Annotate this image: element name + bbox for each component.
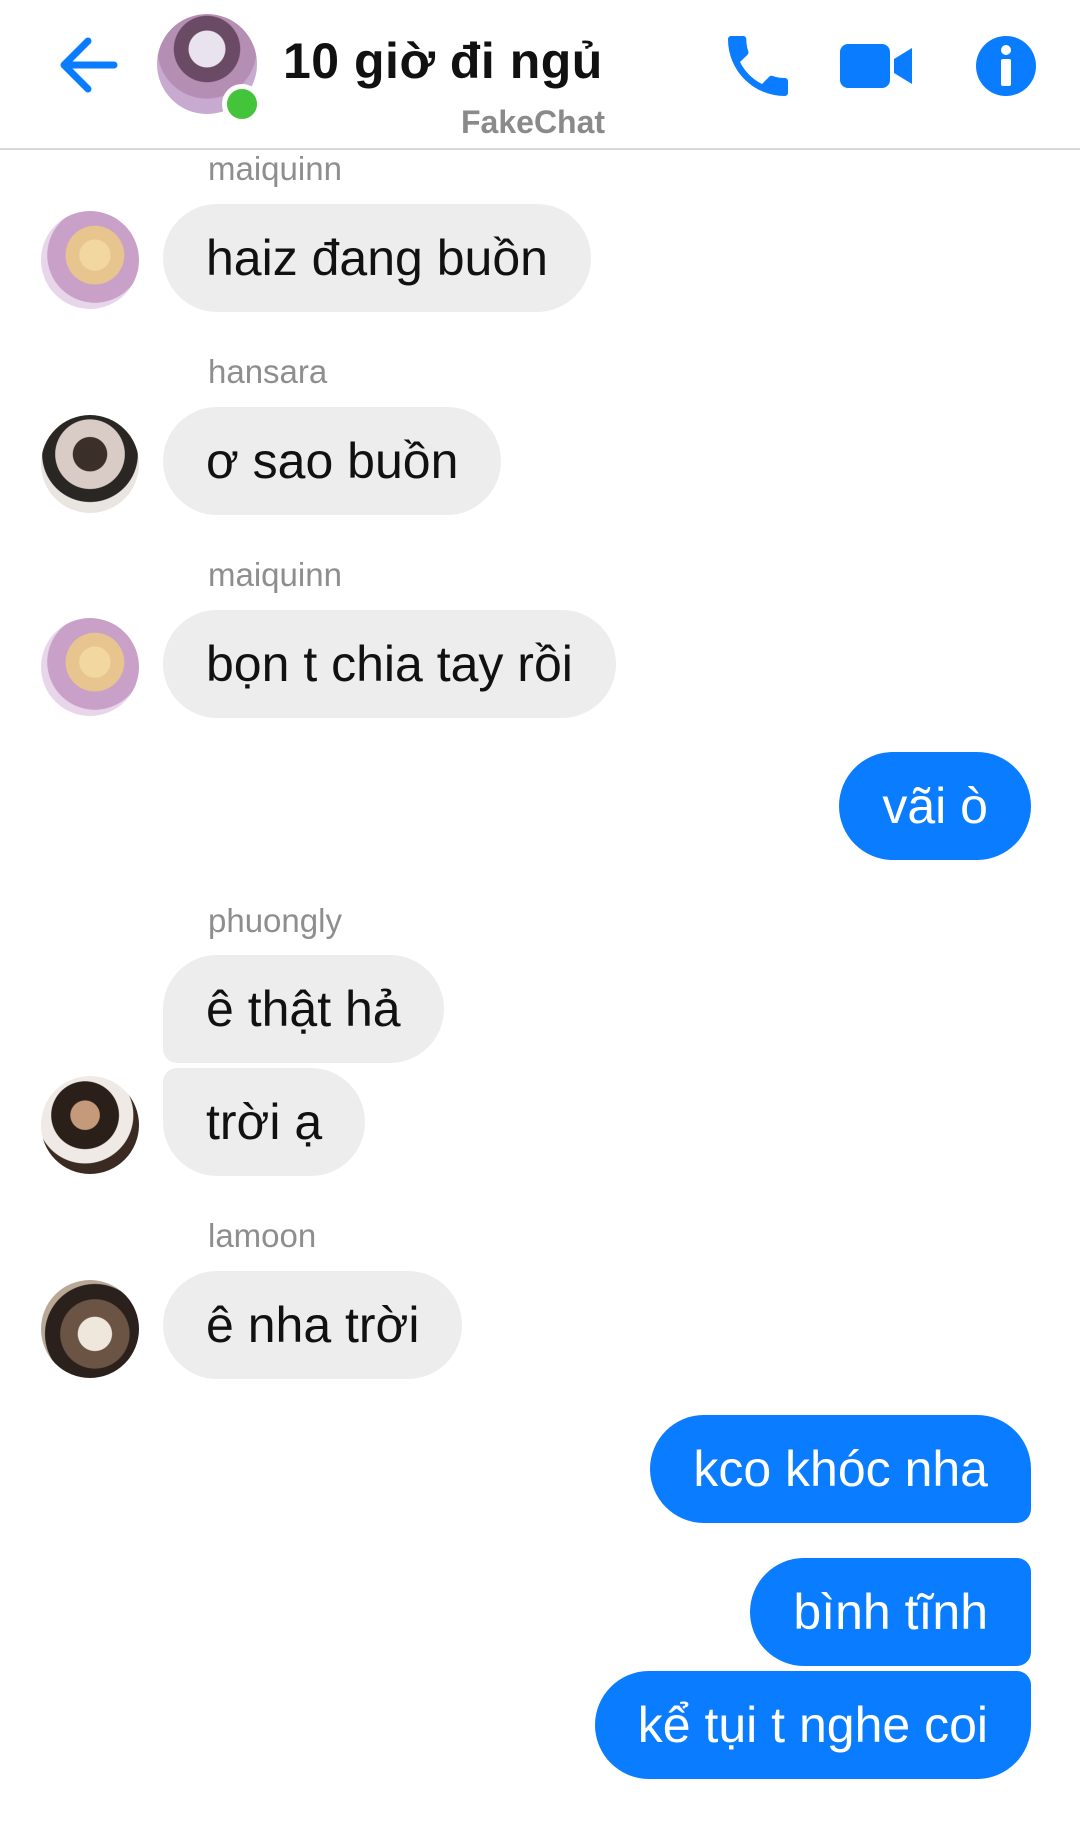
avatar-hansara[interactable] [41,415,139,513]
message-bubble[interactable]: ê thật hả [163,955,444,1063]
conversation-subtitle: FakeChat [461,104,606,140]
conversation-title[interactable]: 10 giờ đi ngủ [283,32,603,90]
avatar-phuongly[interactable] [41,1076,139,1174]
outgoing-message-bubble[interactable]: kể tụi t nghe coi [594,1671,1031,1779]
voice-call-button[interactable] [718,26,798,106]
message-bubble[interactable]: ê nha trời [163,1271,463,1379]
sender-name: hansara [208,353,328,390]
online-status-dot [222,84,262,124]
info-button[interactable] [966,26,1046,106]
outgoing-message-bubble[interactable]: vãi ò [839,752,1031,860]
message-bubble[interactable]: trời ạ [163,1068,366,1176]
sender-name: maiquinn [208,556,342,593]
video-camera-icon [840,44,912,88]
arrow-left-icon [60,37,118,93]
message-bubble[interactable]: bọn t chia tay rồi [163,610,616,718]
message-bubble[interactable]: ơ sao buồn [163,407,502,515]
outgoing-message-bubble[interactable]: bình tĩnh [750,1558,1031,1666]
sender-name: lamoon [208,1217,317,1254]
avatar-maiquinn[interactable] [41,618,139,716]
chat-header: 10 giờ đi ngủ FakeChat [0,0,1080,150]
phone-icon [728,36,788,96]
avatar-lamoon[interactable] [41,1280,139,1378]
message-bubble[interactable]: haiz đang buồn [163,204,591,312]
sender-name: maiquinn [208,150,342,187]
info-icon [976,36,1036,96]
avatar-maiquinn[interactable] [41,211,139,309]
video-call-button[interactable] [836,26,916,106]
sender-name: phuongly [208,902,342,939]
outgoing-message-bubble[interactable]: kco khóc nha [650,1415,1031,1523]
back-button[interactable] [52,30,122,100]
